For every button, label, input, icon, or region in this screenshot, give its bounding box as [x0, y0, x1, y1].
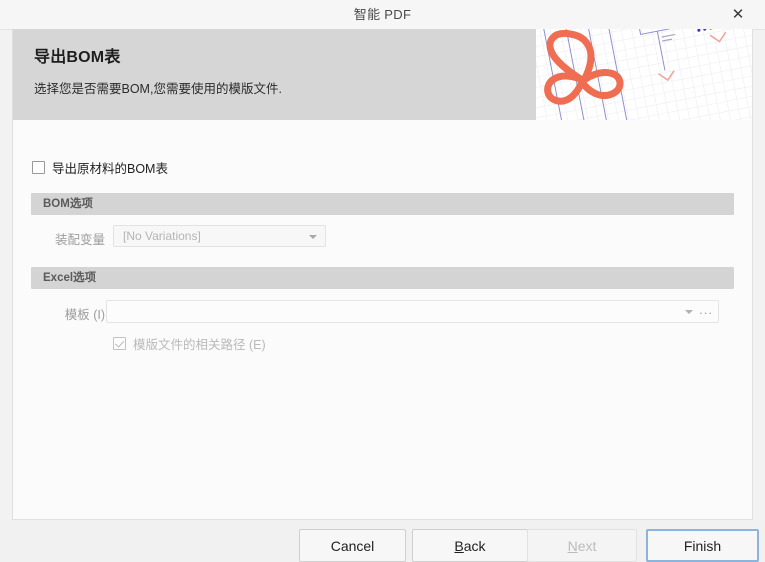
back-button[interactable]: Back — [412, 529, 528, 562]
dialog-content-panel: 导出BOM表 选择您是否需要BOM,您需要使用的模版文件. 导出原材料的BOM表… — [12, 29, 753, 520]
next-button-label: ext — [577, 537, 597, 554]
title-bar: 智能 PDF ✕ — [0, 0, 765, 30]
relative-path-checkbox[interactable] — [113, 337, 126, 350]
dialog-window: 智能 PDF ✕ 导出BOM表 选择您是否需要BOM,您需要使用的模版文件. 导… — [0, 0, 765, 562]
cancel-button[interactable]: Cancel — [299, 529, 406, 562]
finish-button[interactable]: Finish — [646, 529, 759, 562]
next-button-mnemonic: N — [567, 537, 578, 554]
bom-options-section-header: BOM选项 — [31, 193, 734, 215]
assembly-variant-label: 装配变量 — [54, 233, 105, 247]
export-raw-bom-label: 导出原材料的BOM表 — [52, 162, 168, 176]
export-raw-bom-checkbox-row[interactable]: 导出原材料的BOM表 — [32, 158, 168, 177]
excel-options-section-title: Excel选项 — [43, 272, 97, 284]
bom-options-section-title: BOM选项 — [43, 198, 93, 210]
page-subtitle: 选择您是否需要BOM,您需要使用的模版文件. — [34, 82, 282, 96]
relative-path-checkbox-row[interactable]: 模版文件的相关路径 (E) — [113, 334, 266, 353]
form-body: 导出原材料的BOM表 BOM选项 装配变量 [No Variations] Ex… — [13, 120, 752, 518]
back-button-label: ack — [463, 537, 486, 554]
template-input[interactable]: ... — [106, 300, 719, 323]
relative-path-label: 模版文件的相关路径 (E) — [133, 338, 266, 352]
close-icon[interactable]: ✕ — [721, 0, 755, 30]
chevron-down-icon[interactable] — [685, 310, 693, 314]
back-button-mnemonic: B — [454, 537, 464, 554]
next-button: Next — [527, 529, 637, 562]
chevron-down-icon[interactable] — [309, 235, 317, 239]
pdf-banner-artwork — [510, 29, 752, 120]
ellipsis-icon[interactable]: ... — [699, 301, 713, 322]
template-label: 模板 (I) — [64, 308, 105, 322]
banner-text-block: 导出BOM表 选择您是否需要BOM,您需要使用的模版文件. — [34, 43, 282, 97]
assembly-variant-select[interactable]: [No Variations] — [113, 225, 326, 247]
cancel-button-label: Cancel — [330, 537, 375, 554]
page-title: 导出BOM表 — [34, 49, 121, 66]
finish-button-label: Finish — [683, 537, 722, 554]
dialog-footer: Cancel Back Next Finish — [0, 520, 765, 562]
export-raw-bom-checkbox[interactable] — [32, 161, 45, 174]
excel-options-section-header: Excel选项 — [31, 267, 734, 289]
assembly-variant-value: [No Variations] — [123, 229, 201, 243]
window-title: 智能 PDF — [353, 7, 412, 22]
wizard-banner: 导出BOM表 选择您是否需要BOM,您需要使用的模版文件. — [13, 29, 752, 120]
